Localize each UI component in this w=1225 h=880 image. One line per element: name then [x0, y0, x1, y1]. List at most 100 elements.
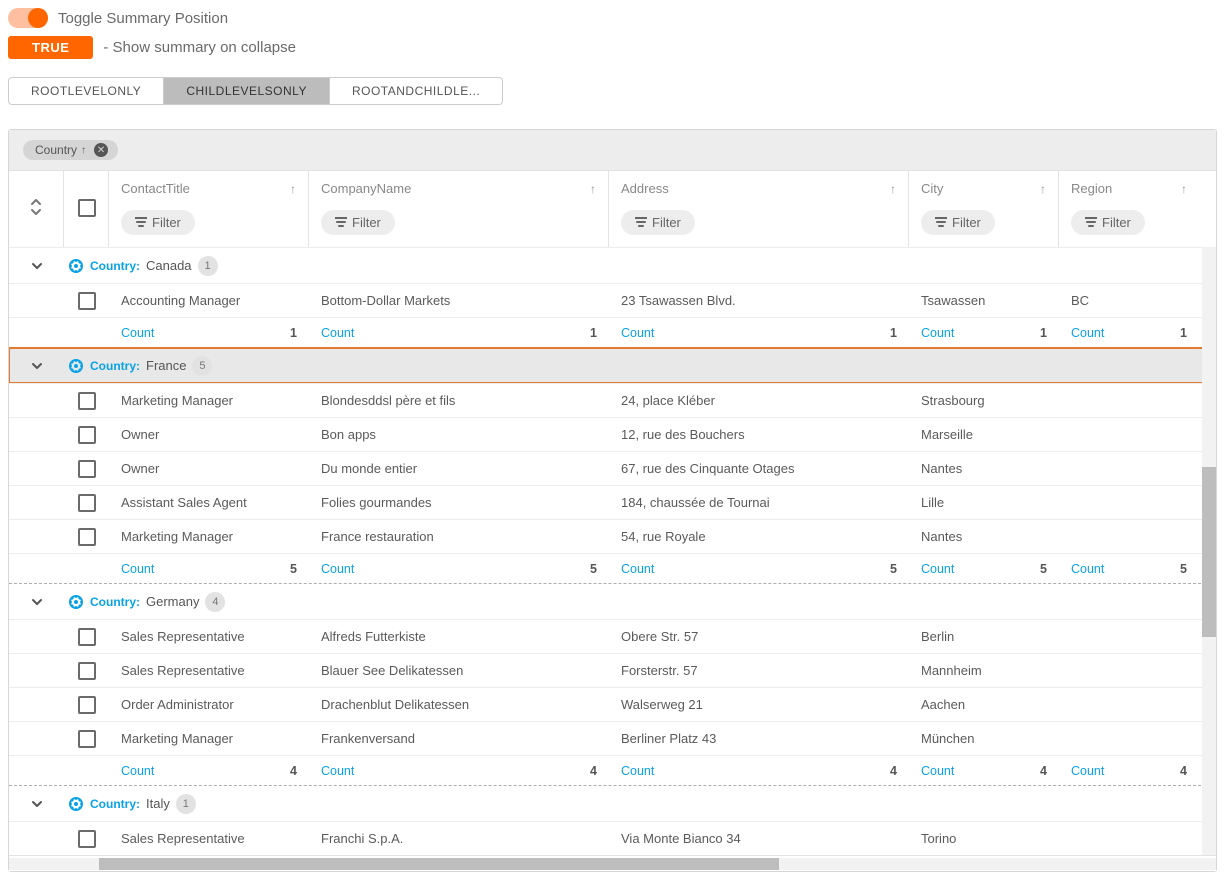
- table-row[interactable]: OwnerDu monde entier67, rue des Cinquant…: [9, 451, 1216, 485]
- group-expand-toggle[interactable]: [9, 595, 64, 609]
- summary-count-link[interactable]: Count: [621, 764, 654, 778]
- cell-company-name: Blauer See Delikatessen: [309, 663, 609, 678]
- summary-count-link[interactable]: Count: [1071, 764, 1104, 778]
- row-checkbox[interactable]: [78, 392, 96, 410]
- row-checkbox[interactable]: [78, 730, 96, 748]
- group-row[interactable]: Country:Germany4: [9, 583, 1216, 619]
- tab-rootlevelonly[interactable]: ROOTLEVELONLY: [8, 77, 164, 105]
- row-checkbox[interactable]: [78, 662, 96, 680]
- summary-count-value: 4: [590, 764, 597, 778]
- table-row[interactable]: Order AdministratorDrachenblut Delikates…: [9, 687, 1216, 721]
- summary-count-link[interactable]: Count: [121, 326, 154, 340]
- summary-count-link[interactable]: Count: [321, 326, 354, 340]
- table-row[interactable]: Sales RepresentativeFranchi S.p.A.Via Mo…: [9, 821, 1216, 855]
- row-checkbox[interactable]: [78, 628, 96, 646]
- filter-label: Filter: [352, 215, 381, 230]
- row-checkbox[interactable]: [78, 292, 96, 310]
- sort-icon[interactable]: ↑: [1181, 182, 1187, 196]
- summary-count-link[interactable]: Count: [121, 562, 154, 576]
- row-checkbox[interactable]: [78, 460, 96, 478]
- select-all-header: [64, 171, 109, 247]
- cell-city: Tsawassen: [909, 293, 1059, 308]
- row-checkbox[interactable]: [78, 528, 96, 546]
- group-by-chip-country[interactable]: Country ↑ ✕: [23, 140, 118, 160]
- sort-icon[interactable]: ↑: [290, 182, 296, 196]
- cell-company-name: Du monde entier: [309, 461, 609, 476]
- group-value: Germany: [146, 594, 199, 609]
- column-address[interactable]: Address: [621, 181, 669, 196]
- filter-city[interactable]: Filter: [921, 210, 995, 235]
- table-row[interactable]: OwnerBon apps12, rue des BouchersMarseil…: [9, 417, 1216, 451]
- summary-count-link[interactable]: Count: [321, 562, 354, 576]
- summary-count-link[interactable]: Count: [921, 764, 954, 778]
- summary-count-link[interactable]: Count: [621, 326, 654, 340]
- table-row[interactable]: Sales RepresentativeAlfreds FutterkisteO…: [9, 619, 1216, 653]
- summary-count-link[interactable]: Count: [121, 764, 154, 778]
- horizontal-scrollbar[interactable]: [9, 855, 1216, 871]
- summary-count-link[interactable]: Count: [321, 764, 354, 778]
- select-all-checkbox[interactable]: [78, 199, 96, 217]
- table-row[interactable]: Marketing ManagerFrance restauration54, …: [9, 519, 1216, 553]
- cell-city: Marseille: [909, 427, 1059, 442]
- column-city[interactable]: City: [921, 181, 943, 196]
- row-checkbox[interactable]: [78, 830, 96, 848]
- sort-icon[interactable]: ↑: [890, 182, 896, 196]
- cell-city: Strasbourg: [909, 393, 1059, 408]
- grid-header: ContactTitle ↑ Filter CompanyName ↑ Filt…: [9, 170, 1216, 247]
- summary-count-link[interactable]: Count: [1071, 562, 1104, 576]
- table-row[interactable]: Marketing ManagerBlondesddsl père et fil…: [9, 383, 1216, 417]
- group-expand-toggle[interactable]: [9, 359, 64, 373]
- summary-count-link[interactable]: Count: [921, 326, 954, 340]
- summary-count-value: 4: [1180, 764, 1187, 778]
- table-row[interactable]: Accounting ManagerBottom-Dollar Markets2…: [9, 283, 1216, 317]
- cell-city: Berlin: [909, 629, 1059, 644]
- group-icon: [68, 358, 84, 374]
- group-by-chip-label: Country: [35, 143, 77, 157]
- cell-company-name: Drachenblut Delikatessen: [309, 697, 609, 712]
- column-company-name[interactable]: CompanyName: [321, 181, 411, 196]
- summary-count-value: 1: [290, 326, 297, 340]
- table-row[interactable]: Marketing ManagerFrankenversandBerliner …: [9, 721, 1216, 755]
- summary-row: Count1Count1Count1Count1Count1: [9, 317, 1216, 347]
- vertical-scrollbar[interactable]: [1202, 247, 1216, 855]
- filter-contact-title[interactable]: Filter: [121, 210, 195, 235]
- sort-icon[interactable]: ↑: [590, 182, 596, 196]
- row-checkbox[interactable]: [78, 426, 96, 444]
- group-value: Canada: [146, 258, 192, 273]
- row-checkbox[interactable]: [78, 696, 96, 714]
- column-contact-title[interactable]: ContactTitle: [121, 181, 190, 196]
- column-region[interactable]: Region: [1071, 181, 1112, 196]
- sort-asc-icon: ↑: [81, 145, 86, 156]
- cell-contact-title: Marketing Manager: [109, 393, 309, 408]
- table-row[interactable]: Sales RepresentativeBlauer See Delikates…: [9, 653, 1216, 687]
- cell-company-name: Alfreds Futterkiste: [309, 629, 609, 644]
- sort-icon[interactable]: ↑: [1040, 182, 1046, 196]
- filter-address[interactable]: Filter: [621, 210, 695, 235]
- group-row[interactable]: Country:Canada1: [9, 247, 1216, 283]
- summary-count-link[interactable]: Count: [621, 562, 654, 576]
- group-expand-toggle[interactable]: [9, 797, 64, 811]
- expand-all-header[interactable]: [9, 171, 64, 247]
- row-checkbox[interactable]: [78, 494, 96, 512]
- summary-position-toggle[interactable]: [8, 8, 48, 28]
- cell-city: Lille: [909, 495, 1059, 510]
- cell-contact-title: Sales Representative: [109, 629, 309, 644]
- expand-collapse-all-icon[interactable]: [29, 198, 43, 219]
- filter-region[interactable]: Filter: [1071, 210, 1145, 235]
- cell-address: 24, place Kléber: [609, 393, 909, 408]
- cell-city: Nantes: [909, 529, 1059, 544]
- group-count-badge: 1: [198, 256, 218, 276]
- cell-company-name: Blondesddsl père et fils: [309, 393, 609, 408]
- filter-company-name[interactable]: Filter: [321, 210, 395, 235]
- summary-count-link[interactable]: Count: [921, 562, 954, 576]
- group-row[interactable]: Country:France5: [9, 347, 1216, 383]
- summary-count-link[interactable]: Count: [1071, 326, 1104, 340]
- tab-rootandchildlevels[interactable]: ROOTANDCHILDLE...: [330, 77, 503, 105]
- tab-childlevelsonly[interactable]: CHILDLEVELSONLY: [164, 77, 330, 105]
- filter-label: Filter: [952, 215, 981, 230]
- table-row[interactable]: Assistant Sales AgentFolies gourmandes18…: [9, 485, 1216, 519]
- group-row[interactable]: Country:Italy1: [9, 785, 1216, 821]
- cell-address: Walserweg 21: [609, 697, 909, 712]
- remove-group-icon[interactable]: ✕: [94, 143, 108, 157]
- group-expand-toggle[interactable]: [9, 259, 64, 273]
